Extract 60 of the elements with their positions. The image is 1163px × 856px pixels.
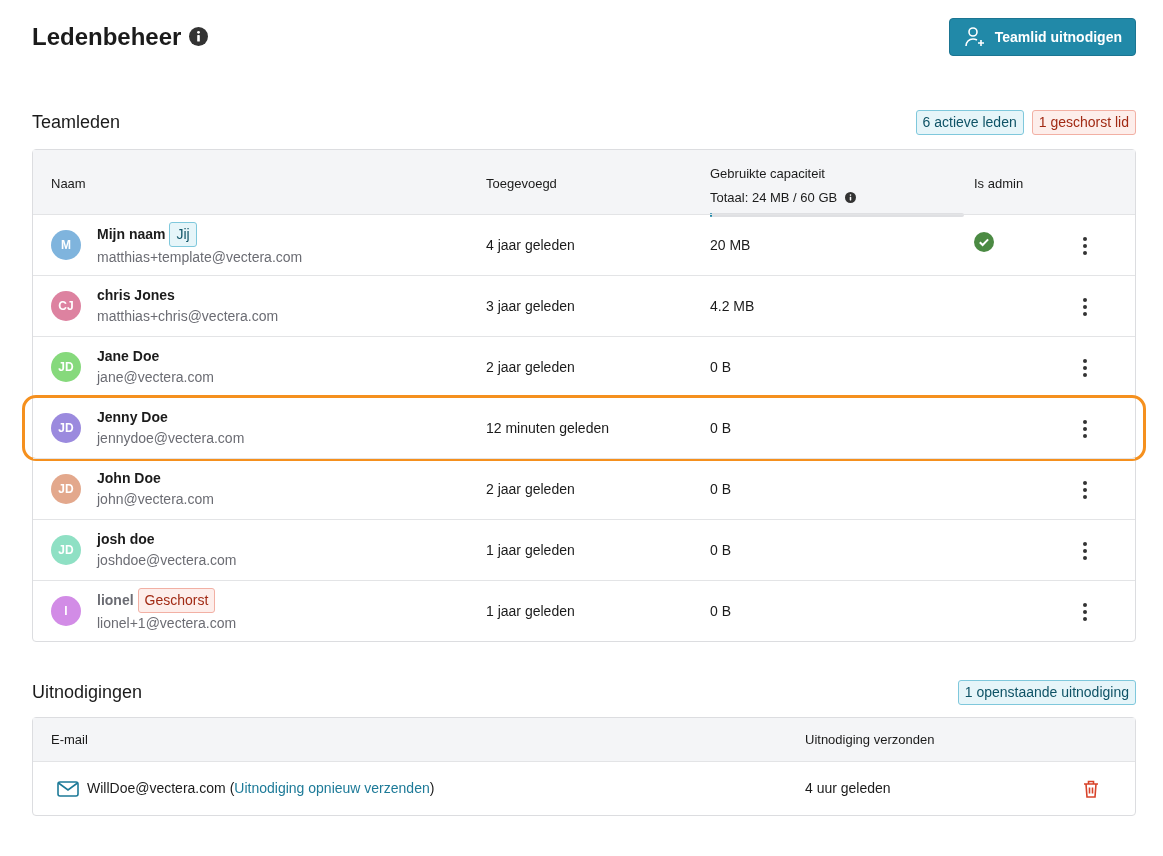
member-email: matthias+chris@vectera.com [97,307,279,326]
status-badge: Geschorst [137,588,216,613]
avatar: JD [51,352,81,382]
sent-date: 4 uur geleden [805,779,892,798]
capacity-total: Totaal: 24 MB / 60 GB [710,188,838,207]
column-header: Is admin [974,174,1025,193]
used-capacity: 0 B [710,357,732,377]
member-name: Jane Doe [97,347,160,366]
added-date: 2 jaar geleden [486,479,576,499]
column-header: Uitnodiging verzonden [805,730,936,749]
envelope-icon [57,780,79,797]
member-name: Mijn naam [97,225,166,244]
added-date: 1 jaar geleden [486,540,576,560]
avatar: JD [51,413,81,443]
added-date: 12 minuten geleden [486,418,610,438]
added-date: 1 jaar geleden [486,601,576,621]
used-capacity: 20 MB [710,235,752,255]
status-badge: Jij [169,222,197,247]
member-email: lionel+1@vectera.com [97,614,237,633]
avatar: JD [51,535,81,565]
page-title: Ledenbeheer [32,22,182,52]
section-title: Uitnodigingen [32,681,143,704]
member-name: lionel [97,591,134,610]
count-badge: 1 openstaande uitnodiging [957,680,1136,705]
paren: ) [429,779,435,798]
paren: ( [229,779,235,798]
added-date: 2 jaar geleden [486,357,576,377]
member-email: jane@vectera.com [97,368,214,387]
count-badge: 1 geschorst lid [1031,110,1136,135]
column-header: Naam [51,174,87,193]
invite-button[interactable]: Teamlid uitnodigen [948,18,1136,56]
used-capacity: 0 B [710,479,732,499]
member-name: chris Jones [97,286,175,305]
member-name: Jenny Doe [97,408,168,427]
used-capacity: 0 B [710,601,732,621]
invite-email: WillDoe@vectera.com [87,779,226,798]
added-date: 4 jaar geleden [486,235,576,255]
avatar: JD [51,474,81,504]
avatar: CJ [51,291,81,321]
member-email: matthias+template@vectera.com [97,248,303,267]
used-capacity: 0 B [710,540,732,560]
add-user-icon [962,25,987,49]
member-email: joshdoe@vectera.com [97,551,237,570]
member-email: john@vectera.com [97,490,214,509]
member-name: josh doe [97,530,155,549]
info-icon[interactable] [845,191,857,203]
avatar: M [51,230,81,260]
member-email: jennydoe@vectera.com [97,429,245,448]
column-header: Gebruikte capaciteit [710,165,826,183]
used-capacity: 0 B [710,418,732,438]
column-header: Toegevoegd [486,174,558,193]
section-title: Teamleden [32,111,121,134]
column-header: E-mail [51,730,89,749]
member-name: John Doe [97,469,161,488]
avatar: I [51,596,81,626]
info-icon[interactable] [189,27,209,47]
resend-link[interactable]: Uitnodiging opnieuw verzenden [234,778,430,799]
count-badge: 6 actieve leden [915,110,1024,135]
added-date: 3 jaar geleden [486,296,576,316]
used-capacity: 4.2 MB [710,296,756,316]
